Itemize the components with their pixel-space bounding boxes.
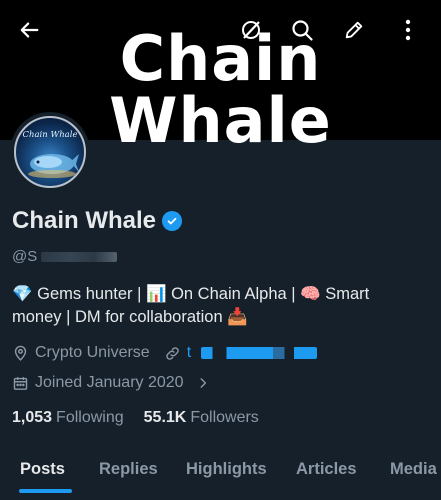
more-button[interactable] xyxy=(392,14,424,46)
following-count: 1,053 xyxy=(12,409,53,426)
grok-button[interactable] xyxy=(235,14,267,46)
back-arrow-icon xyxy=(20,22,39,38)
followers-stat[interactable]: 55.1K Followers xyxy=(144,409,259,427)
avatar[interactable]: Chain Whale xyxy=(10,112,90,192)
tab-media[interactable]: Media xyxy=(390,460,437,479)
location-link-row: Crypto Universe t xyxy=(12,344,318,362)
bio-line-1: 💎 Gems hunter | 📊 On Chain Alpha | 🧠 Sma… xyxy=(12,285,370,303)
profile-link[interactable]: t xyxy=(187,344,191,362)
profile-handle: @S xyxy=(12,248,38,265)
grok-icon xyxy=(242,21,260,39)
active-tab-indicator xyxy=(19,489,72,493)
profile-name-row: Chain Whale xyxy=(12,207,183,235)
verified-badge-icon[interactable] xyxy=(162,211,183,231)
following-stat[interactable]: 1,053 Following xyxy=(12,409,124,427)
avatar-image: Chain Whale xyxy=(14,116,86,188)
search-icon xyxy=(292,20,313,41)
bio-line-2: money | DM for collaboration 📥 xyxy=(12,308,248,326)
calendar-icon xyxy=(13,376,28,390)
followers-label: Followers xyxy=(190,409,259,426)
search-button[interactable] xyxy=(286,14,318,46)
link-icon xyxy=(165,346,179,360)
whale-illustration xyxy=(28,154,79,178)
tab-articles[interactable]: Articles xyxy=(296,460,357,479)
profile-bio: 💎 Gems hunter | 📊 On Chain Alpha | 🧠 Sma… xyxy=(12,283,432,329)
profile-location: Crypto Universe xyxy=(35,344,150,361)
edit-button[interactable] xyxy=(338,14,370,46)
joined-row[interactable]: Joined January 2020 xyxy=(12,374,210,392)
edit-icon xyxy=(345,21,363,39)
tab-posts[interactable]: Posts xyxy=(20,460,65,479)
location-icon xyxy=(14,345,27,361)
link-redaction xyxy=(201,347,318,359)
profile-name: Chain Whale xyxy=(12,207,157,234)
followers-count: 55.1K xyxy=(143,409,187,426)
handle-redaction xyxy=(41,251,118,262)
more-vertical-icon xyxy=(405,19,411,41)
tab-replies[interactable]: Replies xyxy=(99,460,158,479)
profile-joined: Joined January 2020 xyxy=(35,374,184,391)
tab-highlights[interactable]: Highlights xyxy=(186,460,267,479)
following-label: Following xyxy=(56,409,124,426)
profile-stats: 1,053 Following 55.1K Followers xyxy=(12,409,259,427)
avatar-logo-text: Chain Whale xyxy=(22,130,78,140)
chevron-right-icon xyxy=(200,378,206,388)
profile-handle-row: @S xyxy=(12,248,118,265)
back-button[interactable] xyxy=(14,14,46,46)
